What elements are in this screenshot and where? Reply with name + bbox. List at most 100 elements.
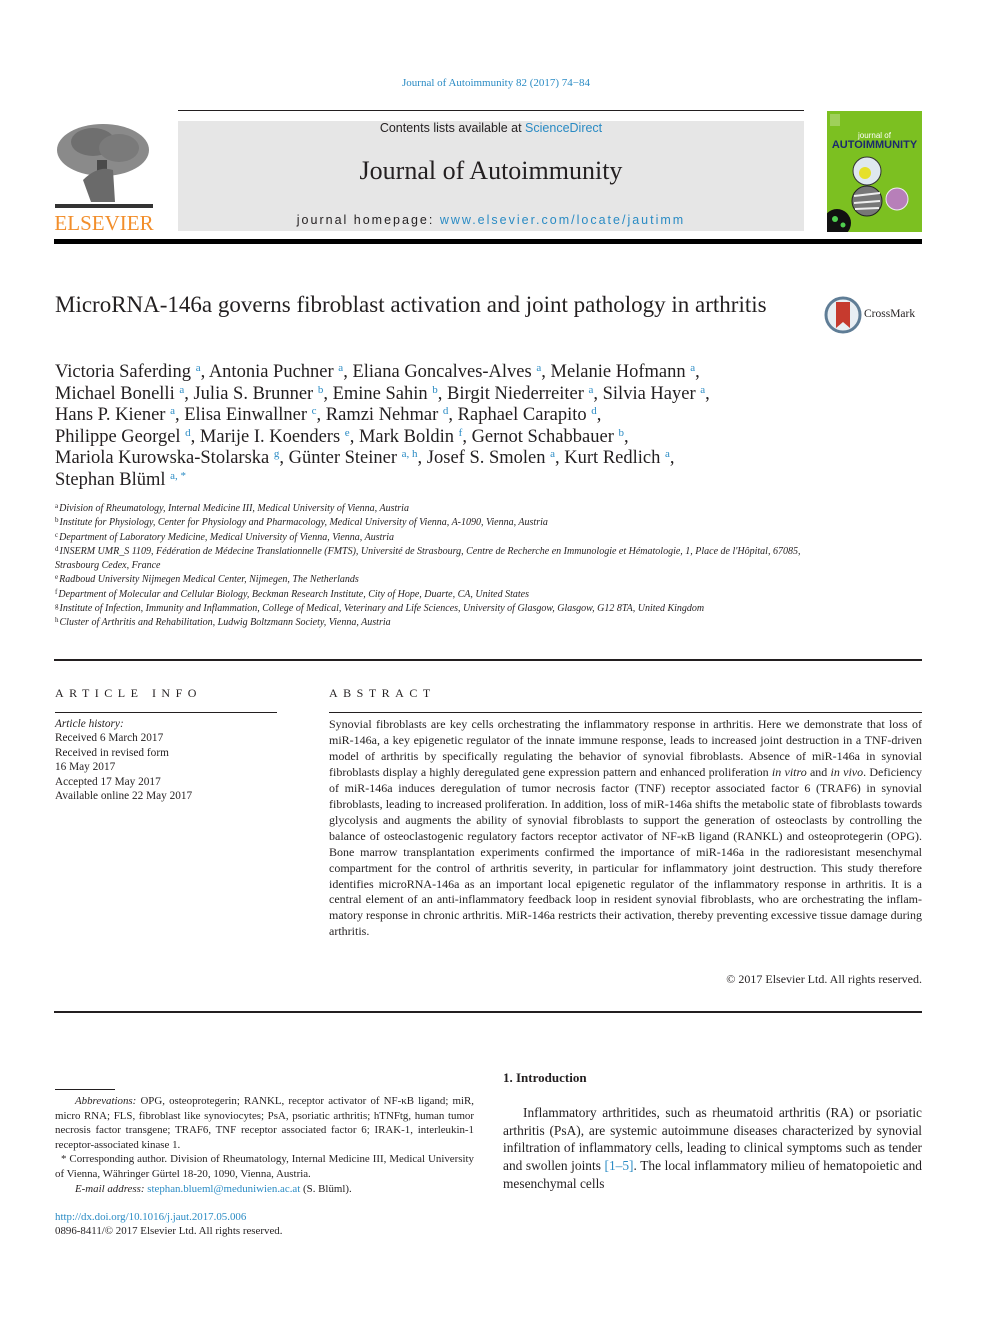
history-item: Available online 22 May 2017 [55,790,193,803]
doi-link[interactable]: http://dx.doi.org/10.1016/j.jaut.2017.05… [55,1211,246,1223]
author[interactable]: Hans P. Kiener a [55,405,175,425]
affiliation: hCluster of Arthritis and Rehabilitation… [55,616,815,630]
author-affiliation-marker[interactable]: c [312,405,317,417]
cover-title: AUTOIMMUNITY [831,139,918,151]
crossmark-button[interactable]: CrossMark [824,296,924,334]
author-affiliation-marker[interactable]: d [185,427,191,439]
author[interactable]: Raphael Carapito d [458,405,597,425]
doi-line[interactable]: http://dx.doi.org/10.1016/j.jaut.2017.05… [55,1210,246,1225]
journal-cover-image[interactable]: journal of AUTOIMMUNITY [827,111,922,232]
affiliation-key: e [55,573,59,582]
author-name[interactable]: Mark Boldin [359,427,454,447]
email-label: E-mail address: [75,1182,145,1195]
email-link[interactable]: stephan.blueml@meduniwien.ac.at [147,1183,300,1195]
author-name[interactable]: Eliana Goncalves-Alves [352,362,531,382]
author-affiliation-marker[interactable]: a, h [402,448,418,460]
author[interactable]: Philippe Georgel d [55,427,191,447]
author-name[interactable]: Mariola Kurowska-Stolarska [55,448,269,468]
author-affiliation-marker[interactable]: b [432,384,438,396]
author[interactable]: Mariola Kurowska-Stolarska g [55,448,279,468]
footnote-rule [55,1089,115,1090]
journal-citation-link[interactable]: Journal of Autoimmunity 82 (2017) 74−84 [402,77,590,89]
author-name[interactable]: Gernot Schabbauer [472,427,614,447]
author-affiliation-marker[interactable]: b [618,427,624,439]
author-affiliation-marker[interactable]: a [179,384,184,396]
author-name[interactable]: Philippe Georgel [55,427,181,447]
affiliation: aDivision of Rheumatology, Internal Medi… [55,502,815,516]
author[interactable]: Michael Bonelli a [55,384,184,404]
affiliation: dINSERM UMR_S 1109, Fédération de Médeci… [55,545,815,574]
affiliation-text: Division of Rheumatology, Internal Medic… [59,503,409,514]
author[interactable]: Melanie Hofmann a [551,362,696,382]
author[interactable]: Gernot Schabbauer b [472,427,624,447]
abstract-text: Synovial fibroblasts are key cells orche… [329,717,922,940]
affiliation-key: b [55,516,59,525]
abstract-part: and [806,764,831,779]
author[interactable]: Stephan Blüml a, * [55,470,186,490]
author-name[interactable]: Julia S. Brunner [193,384,313,404]
homepage-link[interactable]: www.elsevier.com/locate/jautimm [440,213,685,227]
author[interactable]: Josef S. Smolen a [427,448,555,468]
article-history: Article history: Received 6 March 2017 R… [55,717,285,803]
elsevier-wordmark: ELSEVIER [54,211,154,235]
author[interactable]: Silvia Hayer a [603,384,706,404]
author[interactable]: Antonia Puchner a [209,362,343,382]
author-affiliation-marker[interactable]: g [274,448,280,460]
journal-citation[interactable]: Journal of Autoimmunity 82 (2017) 74−84 [0,77,992,89]
author-affiliation-marker[interactable]: a [536,362,541,374]
reference-link[interactable]: [1–5] [605,1158,634,1173]
footnotes: Abbrevations: OPG, osteoprotegerin; RANK… [55,1094,474,1196]
author-affiliation-marker[interactable]: a [170,405,175,417]
author-name[interactable]: Kurt Redlich [564,448,660,468]
abstract-rule [329,712,922,713]
author[interactable]: Birgit Niederreiter a [447,384,593,404]
author-affiliation-marker[interactable]: a [550,448,555,460]
author-name[interactable]: Victoria Saferding [55,362,191,382]
author-name[interactable]: Hans P. Kiener [55,405,165,425]
author-name[interactable]: Günter Steiner [289,448,397,468]
author-name[interactable]: Stephan Blüml [55,470,166,490]
crossmark-label: CrossMark [864,308,916,320]
crossmark-icon [824,296,862,334]
author-affiliation-marker[interactable]: a [690,362,695,374]
author-name[interactable]: Elisa Einwallner [184,405,307,425]
author[interactable]: Julia S. Brunner b [193,384,323,404]
author-affiliation-marker[interactable]: d [443,405,449,417]
issn-line: 0896-8411/© 2017 Elsevier Ltd. All right… [55,1225,283,1237]
affiliation: cDepartment of Laboratory Medicine, Medi… [55,531,815,545]
author-affiliation-marker[interactable]: a [700,384,705,396]
author-name[interactable]: Melanie Hofmann [551,362,686,382]
author-affiliation-marker[interactable]: a [665,448,670,460]
author-affiliation-marker[interactable]: a [338,362,343,374]
author-affiliation-marker[interactable]: e [345,427,350,439]
author-affiliation-marker[interactable]: f [459,427,463,439]
author[interactable]: Ramzi Nehmar d [326,405,449,425]
author-affiliation-marker[interactable]: b [318,384,324,396]
sciencedirect-link[interactable]: ScienceDirect [525,121,602,135]
abstract-italic: in vitro [771,764,807,779]
author-name[interactable]: Silvia Hayer [603,384,696,404]
affiliation-key: a [55,502,59,510]
author-name[interactable]: Ramzi Nehmar [326,405,439,425]
author[interactable]: Mark Boldin f [359,427,462,447]
author-name[interactable]: Marije I. Koenders [200,427,340,447]
author-affiliation-marker[interactable]: a [196,362,201,374]
author[interactable]: Günter Steiner a, h [289,448,418,468]
author[interactable]: Kurt Redlich a [564,448,670,468]
author-affiliation-marker[interactable]: a [588,384,593,396]
author[interactable]: Emine Sahin b [333,384,438,404]
author-affiliation-marker[interactable]: a, * [170,470,186,482]
author-name[interactable]: Birgit Niederreiter [447,384,584,404]
history-label: Article history: [55,718,124,730]
author[interactable]: Marije I. Koenders e [200,427,350,447]
author[interactable]: Eliana Goncalves-Alves a [352,362,541,382]
author-name[interactable]: Josef S. Smolen [427,448,546,468]
author[interactable]: Elisa Einwallner c [184,405,316,425]
introduction-heading: 1. Introduction [503,1070,587,1085]
author-affiliation-marker[interactable]: d [591,405,597,417]
author-name[interactable]: Raphael Carapito [458,405,587,425]
author-name[interactable]: Antonia Puchner [209,362,334,382]
author-name[interactable]: Michael Bonelli [55,384,175,404]
author[interactable]: Victoria Saferding a [55,362,201,382]
author-name[interactable]: Emine Sahin [333,384,428,404]
